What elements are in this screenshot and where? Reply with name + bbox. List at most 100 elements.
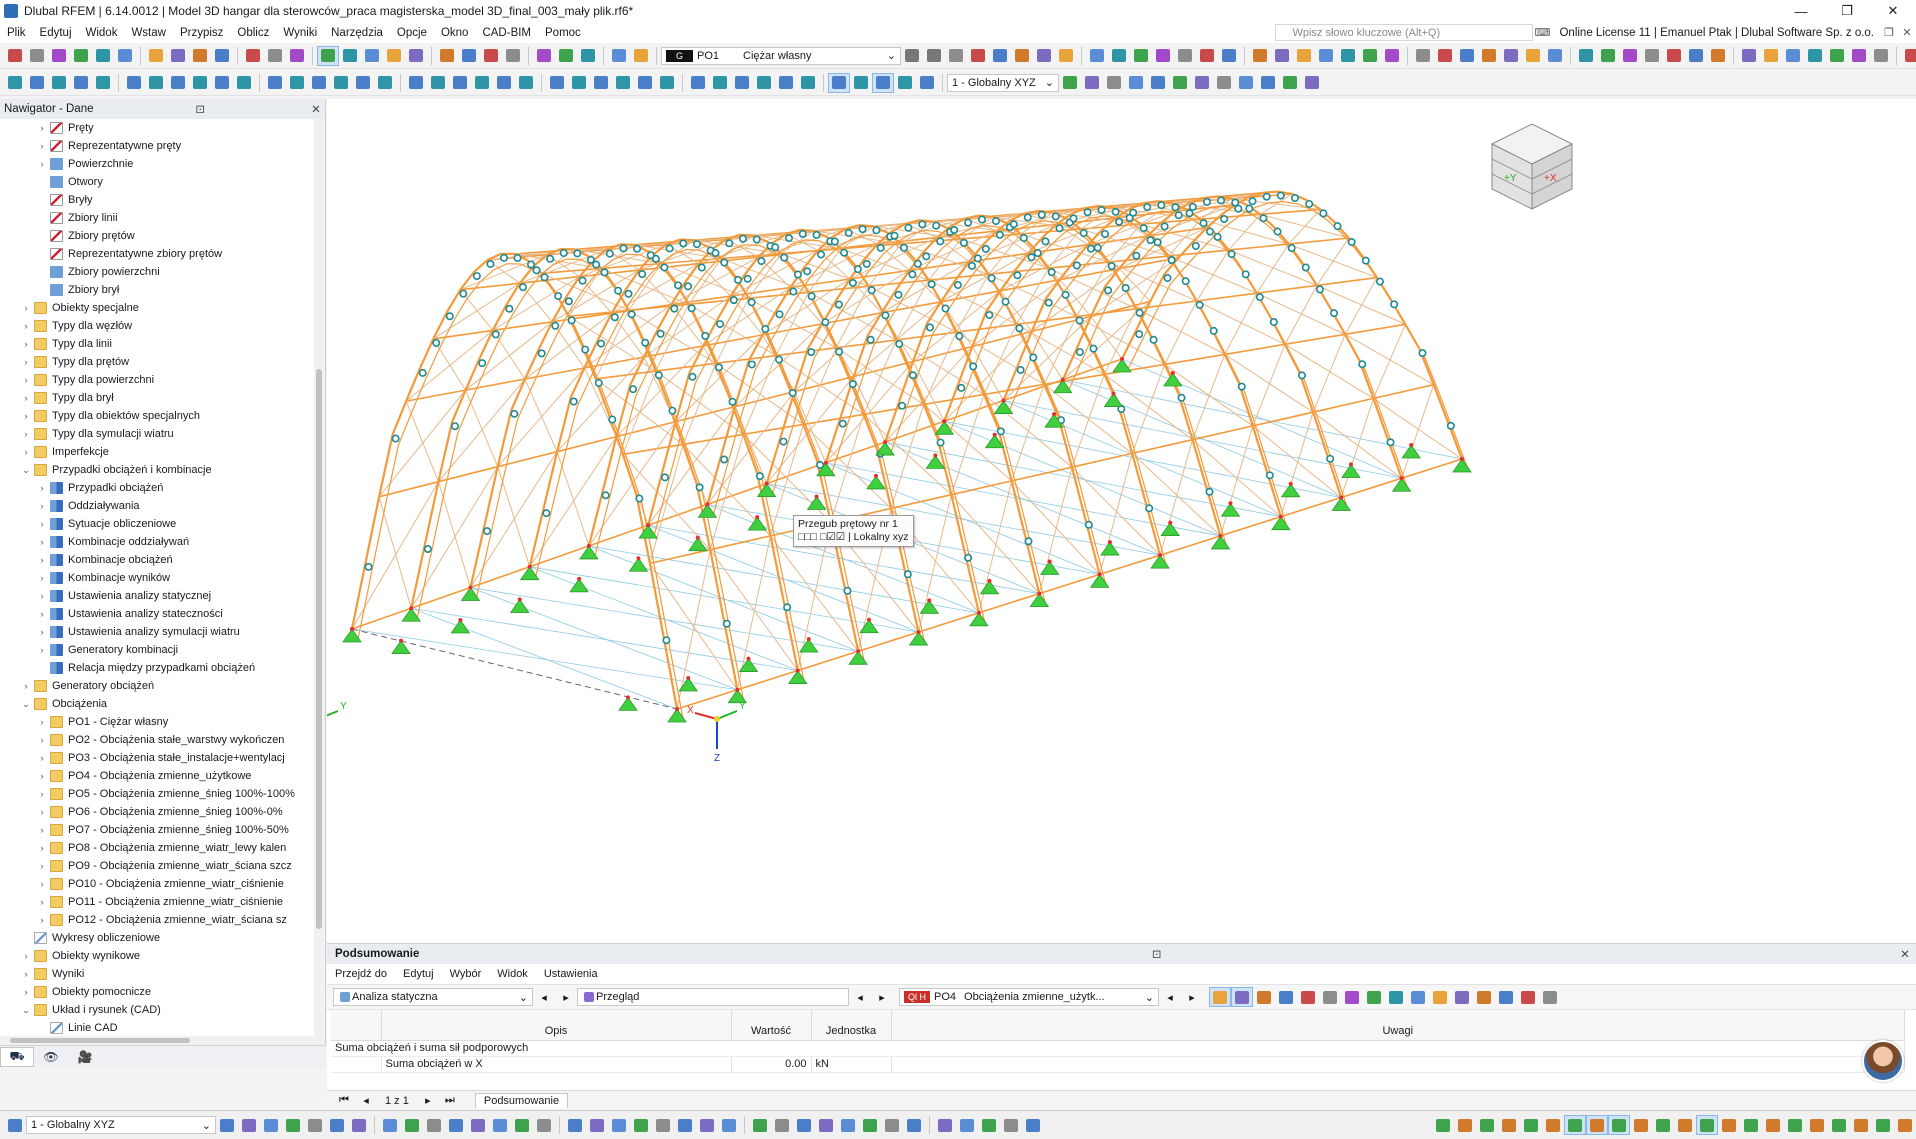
snap-toggle-5[interactable] — [1542, 1115, 1564, 1135]
tool-button-17[interactable] — [405, 46, 427, 66]
navigator-item[interactable]: › PO1 - Ciężar własny — [36, 713, 168, 731]
table-group-row[interactable]: Suma obciążeń i suma sił podporowych — [331, 1040, 1905, 1057]
tool-button-9[interactable] — [211, 46, 233, 66]
tool-button-29[interactable] — [989, 46, 1011, 66]
tool-button-55[interactable] — [1597, 46, 1619, 66]
chevron-right-icon[interactable]: › — [36, 609, 48, 619]
tool-button-128[interactable] — [656, 73, 678, 93]
next-icon[interactable]: ▸ — [555, 987, 577, 1007]
chevron-right-icon[interactable]: › — [20, 969, 32, 979]
snap-toggle-8[interactable] — [1608, 1115, 1630, 1135]
tool-button-38[interactable] — [1196, 46, 1218, 66]
tool-button-147[interactable] — [1213, 73, 1235, 93]
tool-button-126[interactable] — [612, 73, 634, 93]
tool-button-5[interactable] — [114, 46, 136, 66]
navigator-item[interactable]: › Typy dla węzłów — [20, 317, 132, 335]
summary-menu-goto[interactable]: Przejdź do — [335, 968, 387, 980]
snap-toggle-14[interactable] — [1740, 1115, 1762, 1135]
chevron-right-icon[interactable]: › — [36, 879, 48, 889]
status-tool-17[interactable] — [586, 1115, 608, 1135]
tool-button-48[interactable] — [1434, 46, 1456, 66]
status-tool-14[interactable] — [511, 1115, 533, 1135]
summary-tool-button-4[interactable] — [1297, 987, 1319, 1007]
summary-tool-button-8[interactable] — [1385, 987, 1407, 1007]
tool-button-4[interactable] — [92, 46, 114, 66]
tool-button-22[interactable] — [533, 46, 555, 66]
table-row[interactable]: Suma obciążeń w X 0.00 kN — [331, 1056, 1905, 1073]
chevron-right-icon[interactable]: › — [36, 483, 48, 493]
menu-results[interactable]: Wyniki — [276, 27, 324, 39]
snap-toggle-15[interactable] — [1762, 1115, 1784, 1135]
summary-tool-button-5[interactable] — [1319, 987, 1341, 1007]
status-tool-31[interactable] — [903, 1115, 925, 1135]
navigator-item[interactable]: › Imperfekcje — [20, 443, 109, 461]
tool-button-140[interactable] — [1059, 73, 1081, 93]
hangar-3d-model[interactable]: XYZXYZ+Y+X — [327, 99, 1916, 943]
summary-tool-button-10[interactable] — [1429, 987, 1451, 1007]
tool-button-144[interactable] — [1147, 73, 1169, 93]
tool-button-39[interactable] — [1218, 46, 1240, 66]
snap-toggle-4[interactable] — [1520, 1115, 1542, 1135]
menu-options[interactable]: Opcje — [390, 27, 434, 39]
col-value[interactable]: Wartość — [731, 1010, 812, 1041]
navigator-item[interactable]: Reprezentatywne zbiory prętów — [36, 245, 222, 263]
menu-help[interactable]: Pomoc — [538, 27, 588, 39]
summary-tool-button-0[interactable] — [1209, 987, 1231, 1007]
status-tool-20[interactable] — [652, 1115, 674, 1135]
next-view-icon[interactable]: ▸ — [871, 987, 893, 1007]
chevron-right-icon[interactable]: › — [20, 357, 32, 367]
restore-inner-icon[interactable]: ❐ — [1880, 26, 1898, 39]
chevron-right-icon[interactable]: › — [36, 735, 48, 745]
tool-button-63[interactable] — [1782, 46, 1804, 66]
tool-button-8[interactable] — [189, 46, 211, 66]
tool-button-6[interactable] — [145, 46, 167, 66]
navigator-item[interactable]: › PO12 - Obciążenia zmienne_wiatr_ściana … — [36, 911, 287, 929]
navigator-item[interactable]: › Oddziaływania — [36, 497, 140, 515]
tool-button-35[interactable] — [1130, 46, 1152, 66]
tool-button-68[interactable] — [1901, 46, 1916, 66]
chevron-right-icon[interactable]: › — [36, 897, 48, 907]
tool-button-121[interactable] — [493, 73, 515, 93]
tool-button-28[interactable] — [967, 46, 989, 66]
chevron-right-icon[interactable]: › — [20, 681, 32, 691]
chevron-right-icon[interactable]: › — [36, 537, 48, 547]
tool-button-113[interactable] — [308, 73, 330, 93]
tool-button-149[interactable] — [1257, 73, 1279, 93]
data-tab-icon[interactable]: ⛟ — [0, 1046, 34, 1067]
tool-button-41[interactable] — [1271, 46, 1293, 66]
status-tool-33[interactable] — [956, 1115, 978, 1135]
tool-button-67[interactable] — [1870, 46, 1892, 66]
close-button[interactable]: ✕ — [1870, 3, 1916, 19]
tool-button-51[interactable] — [1500, 46, 1522, 66]
status-tool-28[interactable] — [837, 1115, 859, 1135]
views-tab-icon[interactable]: 🎥 — [68, 1047, 102, 1067]
prev-loadcase-button[interactable] — [901, 46, 923, 66]
search-input[interactable]: Wpisz słowo kluczowe (Alt+Q) — [1275, 24, 1534, 41]
tool-button-105[interactable] — [123, 73, 145, 93]
tool-button-122[interactable] — [515, 73, 537, 93]
chevron-right-icon[interactable]: › — [36, 861, 48, 871]
prev-view-icon[interactable]: ◂ — [849, 987, 871, 1007]
status-tool-16[interactable] — [564, 1115, 586, 1135]
snap-toggle-17[interactable] — [1806, 1115, 1828, 1135]
status-tool-25[interactable] — [771, 1115, 793, 1135]
chevron-right-icon[interactable]: › — [20, 321, 32, 331]
tool-button-49[interactable] — [1456, 46, 1478, 66]
snap-toggle-13[interactable] — [1718, 1115, 1740, 1135]
tool-button-116[interactable] — [374, 73, 396, 93]
tool-button-131[interactable] — [731, 73, 753, 93]
status-tool-9[interactable] — [401, 1115, 423, 1135]
tool-button-134[interactable] — [797, 73, 819, 93]
tool-button-44[interactable] — [1337, 46, 1359, 66]
menu-view[interactable]: Widok — [79, 27, 125, 39]
snap-toggle-9[interactable] — [1630, 1115, 1652, 1135]
tool-button-36[interactable] — [1152, 46, 1174, 66]
tool-button-2[interactable] — [48, 46, 70, 66]
navigator-item[interactable]: Wykresy obliczeniowe — [20, 929, 160, 947]
chevron-right-icon[interactable]: › — [36, 717, 48, 727]
chevron-right-icon[interactable]: › — [36, 591, 48, 601]
display-tab-icon[interactable]: 👁 — [34, 1047, 68, 1067]
tool-button-104[interactable] — [92, 73, 114, 93]
tool-button-31[interactable] — [1033, 46, 1055, 66]
navigator-item[interactable]: › PO6 - Obciążenia zmienne_śnieg 100%-0% — [36, 803, 283, 821]
